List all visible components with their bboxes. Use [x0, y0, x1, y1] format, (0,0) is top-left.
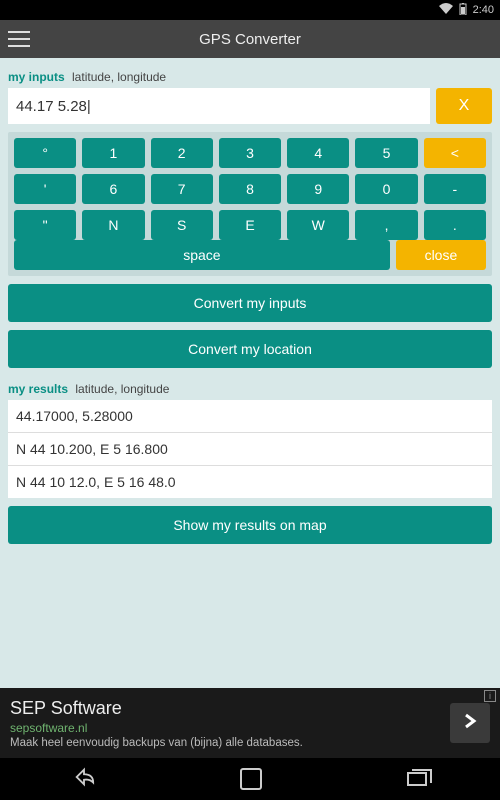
key-space[interactable]: space [14, 240, 390, 270]
key-E[interactable]: E [219, 210, 281, 240]
key-1[interactable]: 1 [82, 138, 144, 168]
key-<[interactable]: < [424, 138, 486, 168]
nav-back-button[interactable] [73, 766, 95, 793]
android-nav-bar [0, 758, 500, 800]
results-label-primary: my results [8, 382, 68, 396]
status-time: 2:40 [473, 4, 494, 16]
key-2[interactable]: 2 [151, 138, 213, 168]
key-4[interactable]: 4 [287, 138, 349, 168]
key-9[interactable]: 9 [287, 174, 349, 204]
nav-home-button[interactable] [240, 768, 262, 790]
show-on-map-button[interactable]: Show my results on map [8, 506, 492, 544]
keypad: °12345< '67890- "NSEW,. space close [8, 132, 492, 276]
key-close[interactable]: close [396, 240, 486, 270]
key-5[interactable]: 5 [355, 138, 417, 168]
coordinate-input[interactable] [8, 88, 430, 124]
input-label: my inputs latitude, longitude [8, 70, 492, 84]
key-,[interactable]: , [355, 210, 417, 240]
input-label-primary: my inputs [8, 70, 65, 84]
key-W[interactable]: W [287, 210, 349, 240]
menu-icon[interactable] [8, 31, 30, 47]
app-bar: GPS Converter [0, 20, 500, 58]
ad-title: SEP Software [10, 698, 450, 719]
results-list: 44.17000, 5.28000N 44 10.200, E 5 16.800… [8, 400, 492, 498]
ad-info-icon[interactable]: i [484, 690, 496, 702]
ad-subtitle: Maak heel eenvoudig backups van (bijna) … [10, 737, 450, 749]
results-label-secondary: latitude, longitude [75, 382, 169, 396]
key-S[interactable]: S [151, 210, 213, 240]
input-label-secondary: latitude, longitude [72, 70, 166, 84]
key-7[interactable]: 7 [151, 174, 213, 204]
ad-go-button[interactable] [450, 703, 490, 743]
key-3[interactable]: 3 [219, 138, 281, 168]
key-N[interactable]: N [82, 210, 144, 240]
app-title: GPS Converter [30, 31, 470, 48]
result-line: N 44 10.200, E 5 16.800 [8, 433, 492, 466]
key-.[interactable]: . [424, 210, 486, 240]
status-bar: 2:40 [0, 0, 500, 20]
key-"[interactable]: " [14, 210, 76, 240]
result-line: 44.17000, 5.28000 [8, 400, 492, 433]
key-0[interactable]: 0 [355, 174, 417, 204]
key-'[interactable]: ' [14, 174, 76, 204]
nav-recent-button[interactable] [407, 772, 427, 786]
clear-button[interactable]: X [436, 88, 492, 124]
key--[interactable]: - [424, 174, 486, 204]
key-6[interactable]: 6 [82, 174, 144, 204]
key-°[interactable]: ° [14, 138, 76, 168]
key-8[interactable]: 8 [219, 174, 281, 204]
ad-banner[interactable]: SEP Software sepsoftware.nl Maak heel ee… [0, 688, 500, 758]
wifi-icon [439, 3, 453, 17]
result-line: N 44 10 12.0, E 5 16 48.0 [8, 466, 492, 498]
results-label: my results latitude, longitude [8, 382, 492, 396]
chevron-right-icon [462, 712, 478, 735]
convert-inputs-button[interactable]: Convert my inputs [8, 284, 492, 322]
ad-link: sepsoftware.nl [10, 721, 450, 735]
convert-location-button[interactable]: Convert my location [8, 330, 492, 368]
battery-icon [459, 3, 467, 18]
